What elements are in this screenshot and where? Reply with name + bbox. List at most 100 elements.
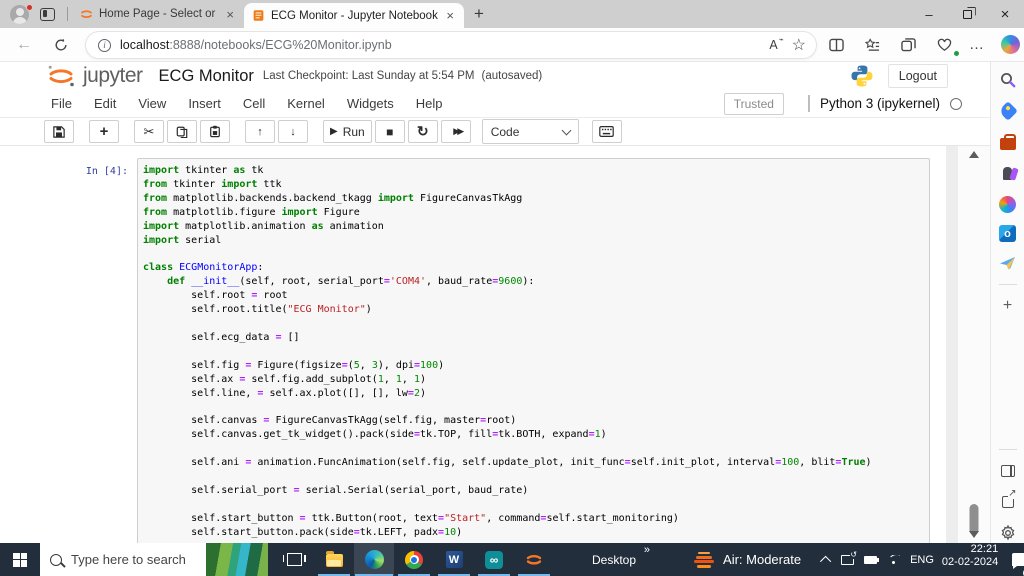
word-icon: W (445, 551, 463, 568)
chrome-icon (405, 550, 423, 569)
jupyter-menu-bar: File Edit View Insert Cell Kernel Widgets Help … (0, 90, 990, 118)
restore-button[interactable] (948, 0, 986, 28)
run-cell-button[interactable]: ▶ Run (323, 120, 372, 143)
drop-icon[interactable] (998, 253, 1018, 273)
open-external-icon[interactable] (998, 488, 1018, 512)
menu-item-insert[interactable]: Insert (177, 96, 232, 111)
interrupt-kernel-button[interactable]: ■ (374, 120, 405, 143)
tab-close-button[interactable]: × (444, 8, 456, 23)
browser-essentials-button[interactable] (930, 28, 960, 61)
autosave-text: (autosaved) (481, 70, 543, 82)
file-explorer-button[interactable] (314, 543, 354, 576)
chrome-button[interactable] (394, 543, 434, 576)
jupyter-brand[interactable]: jupyter (83, 64, 143, 88)
sidebar-panel-icon[interactable] (998, 461, 1018, 481)
refresh-button[interactable] (48, 28, 74, 61)
cell-type-select[interactable]: Code (481, 119, 579, 144)
arduino-button[interactable]: ∞ (474, 543, 514, 576)
file-explorer-icon (325, 551, 343, 567)
jupyter-taskbar-button[interactable] (514, 543, 554, 576)
browser-tab-home[interactable]: Home Page - Select or create a n × (72, 0, 244, 28)
scroll-down-arrow-icon[interactable] (969, 531, 979, 538)
code-editor[interactable]: import tkinter as tk from tkinter import … (137, 158, 930, 543)
notebook-scroll-gutter (946, 146, 958, 543)
toolbar-overflow-chevron[interactable]: » (644, 544, 650, 556)
trusted-badge[interactable]: Trusted (723, 92, 784, 115)
cast-device-icon[interactable] (841, 549, 858, 565)
url-bar[interactable]: i localhost:8888/notebooks/ECG%20Monitor… (86, 32, 816, 58)
page-scrollbar[interactable] (958, 146, 990, 543)
tab-close-button[interactable]: × (224, 7, 236, 22)
weather-widget[interactable]: Air: Moderate (694, 543, 801, 576)
move-cell-down-button[interactable]: ↓ (278, 120, 308, 143)
search-box-image (206, 543, 268, 576)
move-cell-up-button[interactable]: ↑ (245, 120, 275, 143)
sidebar-add-button[interactable]: + (998, 296, 1018, 316)
word-button[interactable]: W (434, 543, 474, 576)
desktop-toolbar[interactable]: Desktop » (592, 543, 650, 576)
close-button[interactable]: × (986, 0, 1024, 28)
url-host: localhost (120, 38, 170, 52)
code-cell[interactable]: In [4]: import tkinter as tk from tkinter… (38, 158, 930, 543)
minimize-button[interactable]: – (910, 0, 948, 28)
edge-button[interactable] (354, 543, 394, 576)
browser-essentials-icon (937, 38, 951, 51)
microsoft365-icon[interactable] (998, 194, 1018, 214)
save-button[interactable] (44, 120, 74, 143)
logout-button[interactable]: Logout (887, 64, 948, 88)
site-info-icon[interactable]: i (98, 38, 111, 52)
code-line: class ECGMonitorApp: (143, 262, 264, 274)
new-tab-button[interactable]: + (464, 4, 496, 28)
copilot-button[interactable] (996, 28, 1024, 61)
menu-item-help[interactable]: Help (405, 96, 454, 111)
cut-cell-button[interactable]: ✂ (134, 120, 164, 143)
jupyter-logo-icon[interactable] (46, 64, 76, 88)
start-button[interactable] (0, 543, 40, 576)
code-line: import tkinter as tk (143, 165, 264, 176)
menu-item-edit[interactable]: Edit (83, 96, 127, 111)
sidebar-settings-gear-icon[interactable] (998, 523, 1018, 543)
menu-item-kernel[interactable]: Kernel (276, 96, 336, 111)
read-aloud-button[interactable]: A (769, 35, 784, 52)
restart-run-all-button[interactable]: ▶▶ (440, 120, 471, 143)
code-line: from matplotlib.figure import Figure (143, 206, 360, 218)
paste-cell-button[interactable] (200, 120, 230, 143)
copy-cell-button[interactable] (167, 120, 197, 143)
tab-actions-icon[interactable] (40, 7, 55, 21)
menu-item-widgets[interactable]: Widgets (336, 96, 405, 111)
collections-button[interactable] (858, 28, 886, 61)
tab-groups-button[interactable] (894, 28, 922, 61)
menu-item-view[interactable]: View (127, 96, 177, 111)
jupyter-toolbar: + ✂ ↑ ↓ ▶ Run ■ ↻ ▶▶ Code (0, 118, 990, 146)
outlook-icon[interactable]: o (999, 225, 1016, 242)
wifi-icon[interactable] (887, 555, 900, 565)
command-palette-button[interactable] (591, 120, 622, 143)
shopping-icon[interactable] (997, 101, 1018, 121)
add-cell-button[interactable]: + (89, 120, 119, 143)
kernel-name: Python 3 (ipykernel) (819, 96, 940, 111)
settings-more-button[interactable]: … (964, 28, 990, 61)
task-view-button[interactable] (274, 543, 314, 576)
notification-center-button[interactable]: 2 (1012, 543, 1024, 576)
language-indicator[interactable]: ENG (910, 554, 934, 566)
battery-icon[interactable] (864, 555, 880, 564)
search-icon[interactable] (998, 70, 1018, 90)
code-line: from tkinter import ttk (143, 178, 282, 190)
tools-icon[interactable] (998, 132, 1018, 152)
scroll-up-arrow-icon[interactable] (969, 151, 979, 158)
menu-item-cell[interactable]: Cell (232, 96, 276, 111)
favorite-button[interactable]: ☆ (792, 35, 806, 55)
notebook-title[interactable]: ECG Monitor (159, 67, 254, 86)
games-icon[interactable] (998, 163, 1018, 183)
taskbar-clock[interactable]: 22:21 02-02-2024 (942, 543, 998, 576)
split-screen-button[interactable] (822, 28, 850, 61)
browser-tab-ecg-monitor[interactable]: ECG Monitor - Jupyter Notebook × (244, 3, 464, 28)
jupyter-taskbar-icon (526, 554, 542, 565)
menu-item-file[interactable]: File (40, 96, 83, 111)
taskbar-search[interactable]: Type here to search (40, 543, 268, 576)
hidden-icons-chevron-icon[interactable] (820, 555, 832, 567)
restart-kernel-button[interactable]: ↻ (407, 120, 438, 143)
code-line: self.canvas.get_tk_widget().pack(side=tk… (143, 429, 607, 441)
back-button[interactable]: ← (12, 28, 36, 61)
